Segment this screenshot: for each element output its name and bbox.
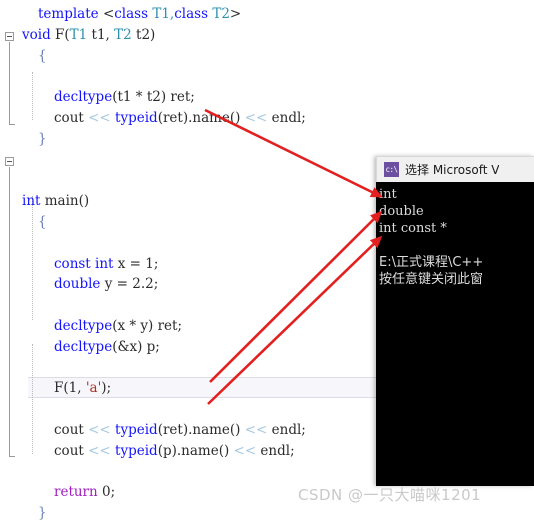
code-token: typeid xyxy=(115,442,158,459)
code-token: int xyxy=(95,255,114,272)
code-line[interactable] xyxy=(0,66,534,87)
code-token: template xyxy=(38,6,103,22)
code-token: cout xyxy=(54,109,89,126)
code-token: << xyxy=(233,442,257,459)
code-token: << xyxy=(88,421,111,438)
code-token: T1, xyxy=(148,6,175,22)
code-token: (ret).name() xyxy=(157,109,245,126)
code-token: cout xyxy=(54,442,89,459)
code-token: 'a' xyxy=(85,380,102,397)
console-app-icon: c:\ xyxy=(384,162,399,177)
code-token: (x * y) ret; xyxy=(112,317,183,334)
code-token: (ret).name() xyxy=(157,421,245,438)
code-token: } xyxy=(38,505,47,522)
code-token: t2) xyxy=(131,26,156,43)
code-token: double xyxy=(54,276,101,293)
console-window[interactable]: c:\ 选择 Microsoft V int double int const * E… xyxy=(376,156,534,486)
code-token: T1 xyxy=(69,26,88,43)
code-token: T2 xyxy=(114,26,132,43)
code-token: int xyxy=(22,193,41,210)
code-line[interactable]: } xyxy=(0,129,534,150)
code-token: decltype xyxy=(54,89,113,106)
code-token: F(1, xyxy=(54,380,86,397)
console-line: int xyxy=(379,187,397,202)
code-token: class xyxy=(174,6,209,22)
console-line: int const * xyxy=(379,221,447,236)
code-token: { xyxy=(38,47,47,64)
code-token: void xyxy=(22,26,51,43)
code-token: typeid xyxy=(115,109,158,126)
code-token: F( xyxy=(50,26,70,43)
code-token: class xyxy=(114,6,149,22)
code-token: const xyxy=(54,255,91,272)
code-token: << xyxy=(244,421,268,438)
console-line: double xyxy=(379,204,424,219)
code-token: < xyxy=(102,6,115,22)
code-token: << xyxy=(88,109,111,126)
code-line[interactable]: decltype(t1 * t2) ret; xyxy=(0,87,534,108)
csdn-watermark: CSDN @一只大喵咪1201 xyxy=(298,486,482,504)
code-token: main() xyxy=(40,193,90,210)
code-token: x = 1; xyxy=(113,255,159,272)
code-line[interactable]: void F(T1 t1, T2 t2) xyxy=(0,25,534,46)
code-token: << xyxy=(244,109,268,126)
code-token: endl; xyxy=(256,442,295,459)
code-token: cout xyxy=(54,421,89,438)
console-output-area[interactable]: int double int const * E:\正式课程\C++ 按任意键关闭此窗 xyxy=(376,182,534,486)
code-line[interactable]: cout << typeid(ret).name() << endl; xyxy=(0,108,534,129)
code-line[interactable]: template <class T1,class T2> xyxy=(0,4,534,25)
code-token: << xyxy=(88,442,111,459)
code-token: typeid xyxy=(115,421,158,438)
console-line: 按任意键关闭此窗 xyxy=(379,272,484,287)
console-line: E:\正式课程\C++ xyxy=(379,255,484,270)
code-token: { xyxy=(38,213,47,230)
code-line[interactable]: } xyxy=(0,503,534,524)
code-token: decltype xyxy=(54,338,113,355)
code-token: decltype xyxy=(54,317,113,334)
code-token: (&x) p; xyxy=(112,338,160,355)
code-token: 0; xyxy=(97,484,116,501)
code-token: (t1 * t2) ret; xyxy=(112,89,195,106)
code-token: endl; xyxy=(267,421,306,438)
code-line[interactable]: { xyxy=(0,46,534,67)
code-token: ); xyxy=(101,380,112,397)
code-token: endl; xyxy=(267,109,306,126)
code-token: } xyxy=(38,130,47,147)
console-title-text: 选择 Microsoft V xyxy=(405,163,500,177)
console-title-bar[interactable]: c:\ 选择 Microsoft V xyxy=(376,156,534,182)
code-token: (p).name() xyxy=(157,442,234,459)
code-token: T2 xyxy=(208,6,230,22)
code-token: y = 2.2; xyxy=(100,276,159,293)
code-token: return xyxy=(54,484,98,501)
code-token: t1, xyxy=(87,26,115,43)
code-token: > xyxy=(229,6,242,22)
